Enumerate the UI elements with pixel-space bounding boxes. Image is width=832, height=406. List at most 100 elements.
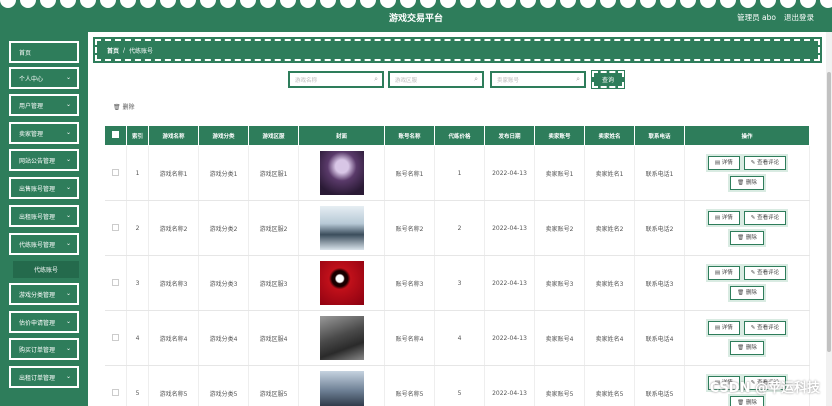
cell-cover (298, 310, 385, 366)
detail-button[interactable]: ▤ 详情 (705, 154, 742, 172)
cell-cover (298, 145, 385, 201)
cell-seller-name: 卖家姓名3 (584, 255, 635, 311)
row-select-cell (104, 200, 127, 256)
delete-label: 删除 (745, 400, 757, 406)
delete-label: 删除 (745, 345, 757, 351)
cell-cover (298, 200, 385, 256)
scallop-shape (280, 0, 296, 8)
cell-account-name: 账号名称2 (384, 200, 435, 256)
table-row: 2 游戏名称2 游戏分类2 游戏区服2 账号名称2 2 2022-04-13 卖家账号2 卖家姓… (104, 200, 810, 256)
delete-label: 删除 (745, 235, 757, 241)
breadcrumb-home-link[interactable]: 首页 (107, 46, 119, 55)
sidebar-item-boost-account-management[interactable]: 代练账号管理 ⌄ (9, 233, 79, 255)
delete-button[interactable]: 🗑 删除 (728, 339, 766, 357)
cell-seller-name: 卖家姓名2 (584, 200, 635, 256)
row-checkbox[interactable] (111, 388, 119, 396)
col-header-game-name: 游戏名称 (148, 125, 199, 146)
cover-image[interactable] (319, 371, 364, 406)
scrollbar-thumb[interactable] (827, 72, 831, 352)
cell-region: 游戏区服1 (248, 145, 299, 201)
edit-icon: ✎ (750, 160, 756, 166)
scallop-shape (400, 0, 416, 8)
scallop-shape (240, 0, 256, 8)
cell-date: 2022-04-13 (484, 365, 535, 406)
scallop-shape (740, 0, 756, 8)
delete-button[interactable]: 🗑 删除 (728, 284, 766, 302)
row-checkbox[interactable] (111, 168, 119, 176)
sidebar-item-sell-account-management[interactable]: 出售账号管理 ⌄ (9, 177, 79, 199)
scallop-shape (20, 0, 36, 8)
view-reviews-button[interactable]: ✎ 查看评论 (741, 319, 789, 337)
row-select-cell (104, 145, 127, 201)
scallop-shape (180, 0, 196, 8)
delete-button[interactable]: 🗑 删除 (728, 174, 766, 192)
row-checkbox[interactable] (111, 333, 119, 341)
sidebar-item-rent-order-management[interactable]: 出租订单管理 ⌄ (9, 366, 79, 388)
batch-delete-button[interactable]: 🗑 删除 (113, 102, 135, 111)
sidebar-item-announcement-management[interactable]: 网站公告管理 ⌄ (9, 149, 79, 171)
scallop-shape (480, 0, 496, 8)
edit-icon: ✎ (750, 325, 756, 331)
cover-image[interactable] (319, 206, 364, 250)
seller-account-search-input[interactable]: 卖家账号 ⌕ (490, 71, 586, 88)
scallop-shape (200, 0, 216, 8)
cell-game-name: 游戏名称1 (148, 145, 199, 201)
col-header-seller-account: 卖家账号 (534, 125, 585, 146)
batch-delete-label: 删除 (122, 104, 135, 111)
view-reviews-label: 查看评论 (757, 215, 780, 221)
detail-button[interactable]: ▤ 详情 (705, 264, 742, 282)
detail-button[interactable]: ▤ 详情 (705, 209, 742, 227)
sidebar-item-seller-management[interactable]: 卖家管理 ⌄ (9, 122, 79, 144)
row-checkbox[interactable] (111, 278, 119, 286)
detail-label: 详情 (721, 325, 733, 331)
sidebar-item-home[interactable]: 首页 (9, 41, 79, 63)
scallop-shape (220, 0, 236, 8)
logout-link[interactable]: 退出登录 (784, 12, 814, 23)
sidebar-subitem-boost-account[interactable]: 代练账号 (13, 261, 79, 278)
detail-label: 详情 (721, 270, 733, 276)
search-button[interactable]: 查询 (591, 70, 625, 89)
cell-seller-account: 卖家账号3 (534, 255, 585, 311)
sidebar-item-user-management[interactable]: 用户管理 ⌄ (9, 94, 79, 116)
trash-icon: 🗑 (737, 345, 745, 351)
chevron-down-icon: ⌄ (65, 101, 71, 108)
cell-region: 游戏区服2 (248, 200, 299, 256)
cover-image[interactable] (319, 261, 364, 305)
scallop-shape (120, 0, 136, 8)
game-region-search-input[interactable]: 游戏区服 ⌕ (388, 71, 484, 88)
view-reviews-button[interactable]: ✎ 查看评论 (741, 264, 789, 282)
sidebar-item-label: 网站公告管理 (19, 157, 56, 165)
vertical-scrollbar[interactable] (826, 32, 832, 406)
sidebar-item-label: 首页 (19, 49, 32, 57)
cell-seller-account: 卖家账号1 (534, 145, 585, 201)
sidebar-item-label: 购买订单管理 (19, 346, 56, 354)
document-icon: ▤ (714, 325, 721, 331)
sidebar-item-personal-center[interactable]: 个人中心 ⌄ (9, 67, 79, 89)
edit-icon: ✎ (750, 215, 756, 221)
delete-button[interactable]: 🗑 删除 (728, 394, 766, 406)
view-reviews-button[interactable]: ✎ 查看评论 (741, 154, 789, 172)
cell-game-name: 游戏名称3 (148, 255, 199, 311)
scallop-shape (40, 0, 56, 8)
sidebar-item-rent-account-management[interactable]: 出租账号管理 ⌄ (9, 205, 79, 227)
chevron-down-icon: ⌄ (65, 318, 71, 325)
view-reviews-button[interactable]: ✎ 查看评论 (741, 209, 789, 227)
sidebar-item-game-category-management[interactable]: 游戏分类管理 ⌄ (9, 283, 79, 305)
sidebar-item-purchase-order-management[interactable]: 购买订单管理 ⌄ (9, 338, 79, 360)
col-header-date: 发布日期 (484, 125, 535, 146)
scallop-shape (820, 0, 832, 8)
chevron-down-icon: ⌄ (65, 74, 71, 81)
delete-button[interactable]: 🗑 删除 (728, 229, 766, 247)
game-name-search-input[interactable]: 游戏名称 ⌕ (288, 71, 384, 88)
cover-image[interactable] (319, 316, 364, 360)
col-header-region: 游戏区服 (248, 125, 299, 146)
row-checkbox[interactable] (111, 223, 119, 231)
chevron-down-icon: ⌄ (65, 212, 71, 219)
scallop-shape (440, 0, 456, 8)
row-select-cell (104, 255, 127, 311)
sidebar-item-valuation-management[interactable]: 估价申请管理 ⌄ (9, 311, 79, 333)
detail-button[interactable]: ▤ 详情 (705, 319, 742, 337)
select-all-checkbox[interactable] (112, 131, 119, 138)
cover-image[interactable] (319, 151, 364, 195)
cell-cover (298, 255, 385, 311)
